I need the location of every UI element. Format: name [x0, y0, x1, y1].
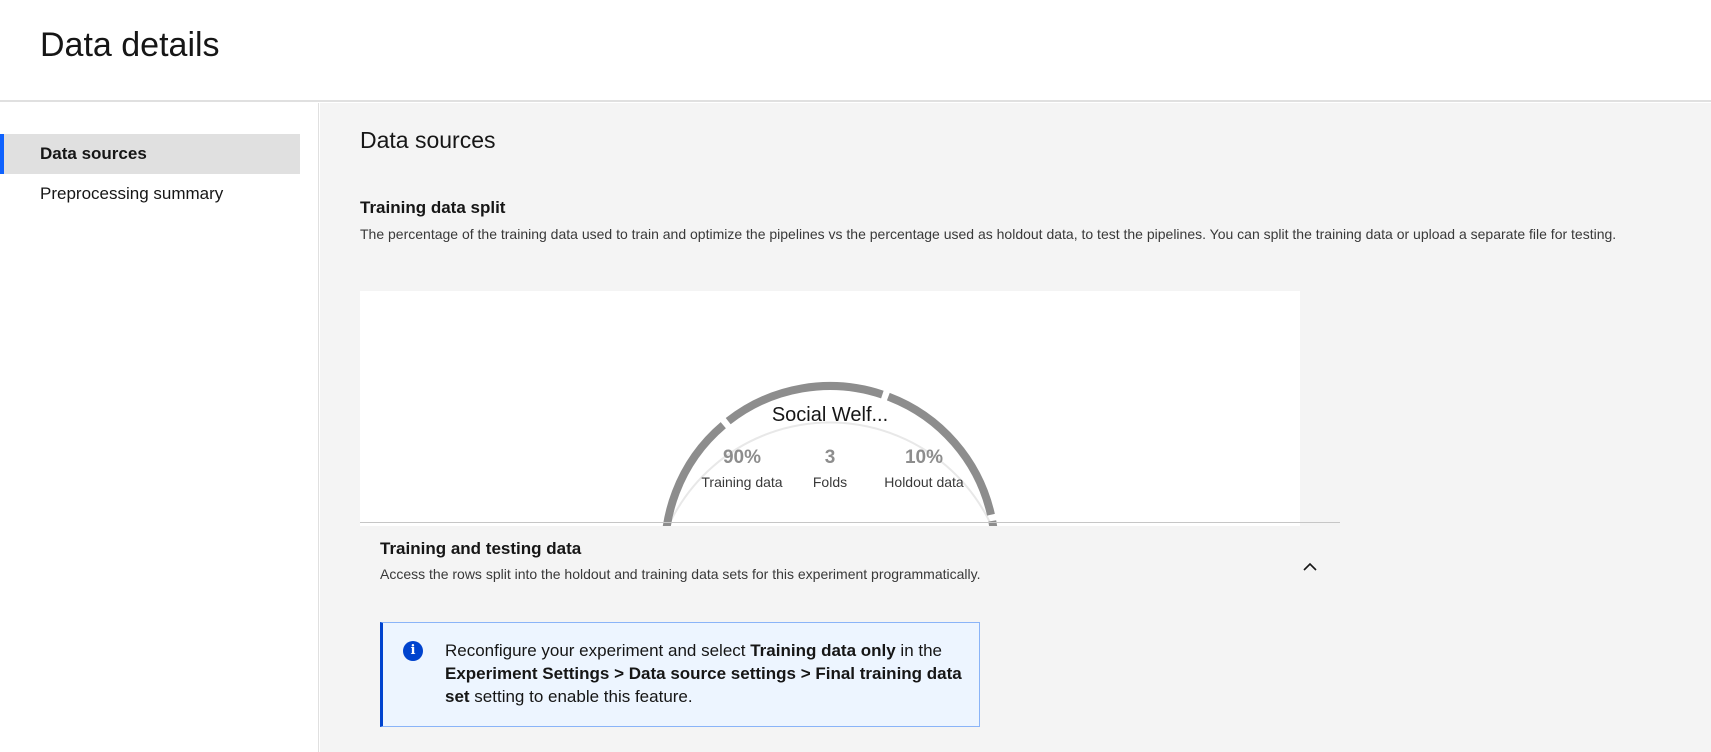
- training-testing-title: Training and testing data: [380, 539, 582, 558]
- stat-folds: 3 Folds: [790, 447, 870, 490]
- info-notification: i Reconfigure your experiment and select…: [380, 622, 980, 727]
- sidebar-item-data-sources[interactable]: Data sources: [0, 134, 300, 174]
- chevron-up-icon[interactable]: [1300, 559, 1320, 575]
- notification-message: Reconfigure your experiment and select T…: [445, 639, 975, 708]
- holdout-percent-value: 10%: [904, 447, 944, 468]
- divider: [360, 522, 1340, 523]
- page-header: Data details: [0, 0, 1711, 102]
- training-percent-label: Training data: [701, 474, 783, 490]
- sidebar-item-label: Data sources: [40, 144, 147, 163]
- info-icon: i: [403, 641, 423, 661]
- training-percent-value: 90%: [722, 447, 762, 468]
- stat-holdout: 10% Holdout data: [864, 447, 984, 490]
- data-split-gauge: Social Welf... 90% Training data 3 Folds…: [360, 291, 1300, 526]
- training-data-split-description: The percentage of the training data used…: [360, 226, 1617, 242]
- notice-text-1: Reconfigure your experiment and select: [445, 641, 751, 660]
- training-data-split-title: Training data split: [360, 198, 506, 217]
- notice-text-2: in the: [895, 641, 943, 660]
- sidebar: Data sources Preprocessing summary: [0, 103, 319, 752]
- folds-label: Folds: [812, 474, 848, 490]
- page-title: Data details: [40, 26, 220, 64]
- folds-value: 3: [824, 447, 836, 468]
- main-content: Data sources Training data split The per…: [320, 103, 1711, 752]
- dataset-name: Social Welf...: [771, 404, 889, 426]
- holdout-percent-label: Holdout data: [884, 474, 964, 490]
- sidebar-item-preprocessing-summary[interactable]: Preprocessing summary: [0, 174, 300, 214]
- training-testing-description: Access the rows split into the holdout a…: [380, 566, 981, 582]
- sidebar-item-label: Preprocessing summary: [40, 184, 224, 203]
- section-title: Data sources: [360, 127, 496, 153]
- stat-training: 90% Training data: [682, 447, 802, 490]
- notice-bold-1: Training data only: [750, 641, 896, 660]
- notice-text-3: setting to enable this feature.: [469, 687, 693, 706]
